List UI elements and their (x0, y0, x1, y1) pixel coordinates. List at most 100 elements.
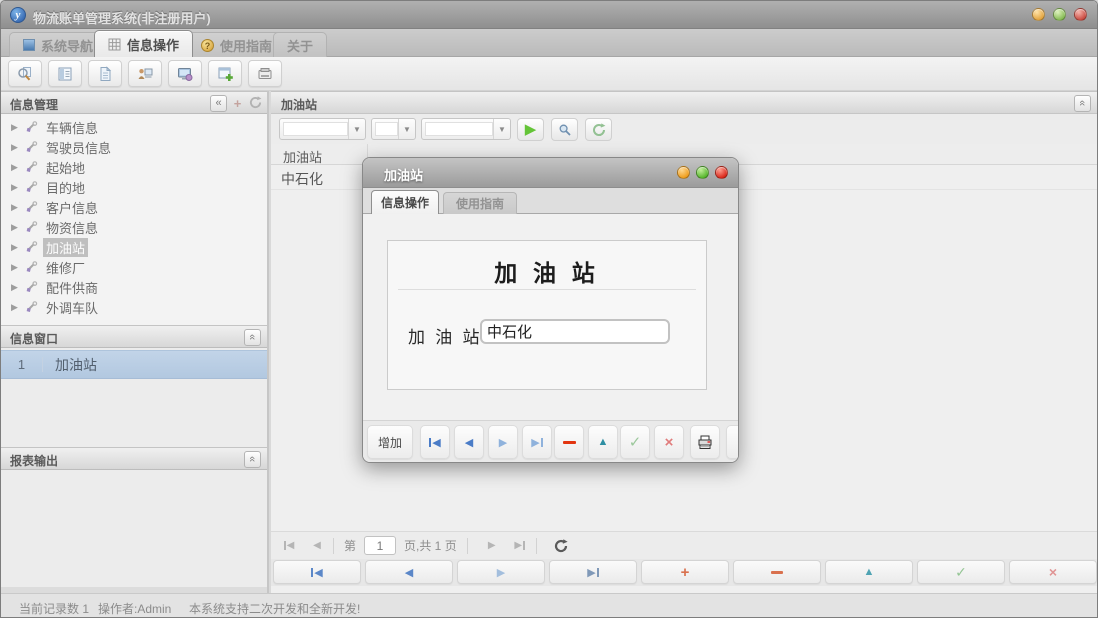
dialog-info-button[interactable] (726, 425, 739, 459)
tree-item-label: 客户信息 (43, 198, 101, 217)
add-record-button[interactable]: 增加 (367, 425, 413, 459)
record-edit-button[interactable]: ▲ (825, 560, 913, 584)
filter-value-select[interactable]: ▼ (421, 118, 511, 140)
advanced-search-button[interactable] (551, 118, 578, 141)
expander-icon[interactable]: ▶ (11, 302, 21, 313)
record-last-button[interactable]: ▶ (549, 560, 637, 584)
tree-item-label: 车辆信息 (43, 118, 101, 137)
tree-item-vehicle-info[interactable]: ▶ 车辆信息 (1, 117, 267, 137)
tree-item-origin[interactable]: ▶ 起始地 (1, 157, 267, 177)
tree-item-gas-station[interactable]: ▶ 加油站 (1, 237, 267, 257)
record-confirm-button[interactable]: ✓ (917, 560, 1005, 584)
expander-icon[interactable]: ▶ (11, 262, 21, 273)
dialog-title-bar[interactable]: 加油站 (363, 158, 738, 188)
list-item-index: 1 (1, 357, 43, 372)
dialog-edit-button[interactable]: ▲ (588, 425, 618, 459)
dialog-tab-user-guide[interactable]: 使用指南 (443, 192, 517, 214)
dialog-prev-button[interactable]: ◀ (454, 425, 484, 459)
list-item-label: 加油站 (43, 355, 97, 375)
filter-operator-select[interactable]: ▼ (371, 118, 416, 140)
main-toolbar (1, 57, 1098, 91)
record-first-button[interactable]: ◀ (273, 560, 361, 584)
tree-item-label: 驾驶员信息 (43, 138, 114, 157)
expander-icon[interactable]: ▶ (11, 242, 21, 253)
tab-user-guide[interactable]: ? 使用指南 (187, 32, 286, 57)
report-panel-collapse-button[interactable]: « (244, 451, 261, 468)
dialog-maximize-button[interactable] (696, 166, 709, 179)
tree-item-destination[interactable]: ▶ 目的地 (1, 177, 267, 197)
expander-icon[interactable]: ▶ (11, 202, 21, 213)
chevron-down-icon[interactable]: ▼ (398, 119, 415, 139)
dialog-close-button[interactable] (715, 166, 728, 179)
dialog-delete-button[interactable] (554, 425, 584, 459)
record-add-button[interactable]: + (641, 560, 729, 584)
refresh-icon[interactable] (248, 96, 263, 111)
document-icon (97, 66, 113, 82)
chevron-down-icon[interactable]: ▼ (493, 119, 510, 139)
tree-item-repair-shop[interactable]: ▶ 维修厂 (1, 257, 267, 277)
dialog-next-button[interactable]: ▶ (488, 425, 518, 459)
chevron-down-icon[interactable]: ▼ (348, 119, 365, 139)
tab-label: 使用指南 (456, 195, 504, 212)
record-cancel-button[interactable]: × (1009, 560, 1097, 584)
main-panel-collapse-button[interactable]: « (1074, 95, 1091, 112)
expander-icon[interactable]: ▶ (11, 122, 21, 133)
expander-icon[interactable]: ▶ (11, 282, 21, 293)
window-maximize-button[interactable] (1053, 8, 1066, 21)
expander-icon[interactable]: ▶ (11, 182, 21, 193)
refresh-button[interactable] (585, 118, 612, 141)
tree-item-external-fleet[interactable]: ▶ 外调车队 (1, 297, 267, 317)
run-query-button[interactable]: ▶ (517, 118, 544, 141)
tool-icon (26, 261, 38, 273)
record-count-status: 当前记录数 1 (19, 600, 89, 617)
dialog-cancel-button[interactable]: × (654, 425, 684, 459)
window-close-button[interactable] (1074, 8, 1087, 21)
window-panel-header: 信息窗口 « (1, 325, 267, 348)
tab-system-navigation[interactable]: 系统导航 (9, 32, 107, 57)
gas-station-input[interactable] (480, 319, 670, 344)
monitor-button[interactable] (168, 60, 202, 87)
filter-field-select[interactable]: ▼ (279, 118, 366, 140)
record-next-button[interactable]: ▶ (457, 560, 545, 584)
page-first-button[interactable]: ◀ (279, 536, 299, 556)
dialog-tab-info-operation[interactable]: 信息操作 (371, 190, 439, 214)
sidebar-collapse-button[interactable]: « (210, 95, 227, 112)
record-prev-button[interactable]: ◀ (365, 560, 453, 584)
tree-item-material-info[interactable]: ▶ 物资信息 (1, 217, 267, 237)
tree-item-parts-supplier[interactable]: ▶ 配件供商 (1, 277, 267, 297)
page-next-button[interactable]: ▶ (482, 536, 502, 556)
dialog-body: 加 油 站 加 油 站 (363, 214, 738, 420)
tab-info-operation[interactable]: 信息操作 (94, 30, 193, 57)
page-prev-button[interactable]: ◀ (307, 536, 327, 556)
dialog-first-button[interactable]: ◀ (420, 425, 450, 459)
user-report-button[interactable] (128, 60, 162, 87)
dialog-footer-toolbar: 增加 ◀ ◀ ▶ ▶ ▲ ✓ × (363, 420, 738, 463)
divider (536, 538, 537, 554)
tab-about[interactable]: 关于 (273, 32, 327, 57)
dialog-last-button[interactable]: ▶ (522, 425, 552, 459)
report-panel-body (1, 470, 267, 587)
dialog-tab-bar: 信息操作 使用指南 (363, 188, 738, 214)
dialog-confirm-button[interactable]: ✓ (620, 425, 650, 459)
page-refresh-button[interactable] (551, 536, 571, 556)
tree-item-driver-info[interactable]: ▶ 驾驶员信息 (1, 137, 267, 157)
document-button[interactable] (88, 60, 122, 87)
expander-icon[interactable]: ▶ (11, 162, 21, 173)
page-last-button[interactable]: ▶ (510, 536, 530, 556)
window-panel-collapse-button[interactable]: « (244, 329, 261, 346)
search-button[interactable] (8, 60, 42, 87)
dialog-print-button[interactable] (690, 425, 720, 459)
record-delete-button[interactable] (733, 560, 821, 584)
form-view-button[interactable] (48, 60, 82, 87)
archive-button[interactable] (248, 60, 282, 87)
new-window-button[interactable] (208, 60, 242, 87)
dialog-minimize-button[interactable] (677, 166, 690, 179)
expander-icon[interactable]: ▶ (11, 222, 21, 233)
list-item-gas-station[interactable]: 1 加油站 (1, 350, 267, 379)
window-minimize-button[interactable] (1032, 8, 1045, 21)
tree-item-customer-info[interactable]: ▶ 客户信息 (1, 197, 267, 217)
expander-icon[interactable]: ▶ (11, 142, 21, 153)
page-number-input[interactable] (364, 536, 396, 555)
add-icon[interactable]: + (230, 96, 245, 111)
grid-cell-value: 中石化 (281, 169, 323, 189)
